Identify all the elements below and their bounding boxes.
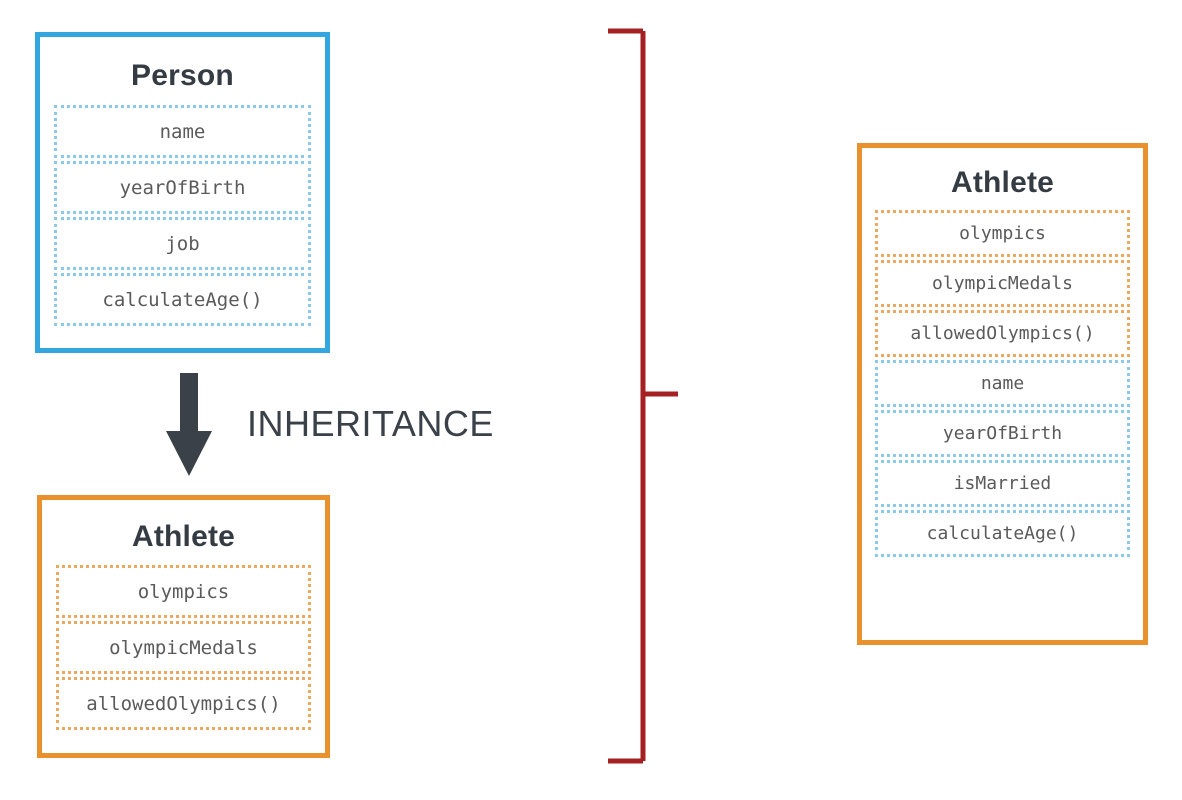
class-member-label: calculateAge() xyxy=(102,288,263,311)
class-member-row: name xyxy=(54,105,311,158)
class-member-label: job xyxy=(165,232,200,255)
class-member-label: yearOfBirth xyxy=(942,423,1063,444)
class-member-label: calculateAge() xyxy=(926,523,1079,544)
class-member-label: yearOfBirth xyxy=(119,176,246,199)
class-title-athlete-merged: Athlete xyxy=(950,166,1055,199)
class-member-row: yearOfBirth xyxy=(875,410,1130,457)
class-member-row: olympics xyxy=(875,210,1130,257)
class-title-person: Person xyxy=(131,59,234,92)
class-member-label: allowedOlympics() xyxy=(910,323,1095,344)
member-list-person: name yearOfBirth job calculateAge() xyxy=(54,105,311,326)
class-member-label: olympics xyxy=(137,580,230,603)
class-member-label: olympicMedals xyxy=(109,636,258,659)
class-member-label: olympicMedals xyxy=(932,273,1073,294)
class-box-person: Person name yearOfBirth job calculateAge… xyxy=(35,32,330,353)
class-member-row: olympics xyxy=(56,565,311,618)
class-member-label: allowedOlympics() xyxy=(86,692,281,715)
class-member-row: olympicMedals xyxy=(56,621,311,674)
inheritance-label: INHERITANCE xyxy=(247,403,494,444)
class-member-row: yearOfBirth xyxy=(54,161,311,214)
class-title-athlete-own: Athlete xyxy=(131,520,236,553)
member-list-athlete-merged: olympics olympicMedals allowedOlympics()… xyxy=(875,210,1130,557)
class-member-label: name xyxy=(980,373,1025,394)
class-member-row: name xyxy=(875,360,1130,407)
class-member-row: calculateAge() xyxy=(875,510,1130,557)
class-member-row: allowedOlympics() xyxy=(56,677,311,730)
member-list-athlete-own: olympics olympicMedals allowedOlympics() xyxy=(56,565,311,730)
class-member-label: name xyxy=(159,120,206,143)
class-box-athlete-own: Athlete olympics olympicMedals allowedOl… xyxy=(37,495,330,758)
grouping-bracket-icon xyxy=(604,28,684,764)
class-box-athlete-merged: Athlete olympics olympicMedals allowedOl… xyxy=(857,143,1148,645)
class-member-row: allowedOlympics() xyxy=(875,310,1130,357)
class-member-row: calculateAge() xyxy=(54,273,311,326)
class-member-label: isMarried xyxy=(953,473,1052,494)
class-member-row: olympicMedals xyxy=(875,260,1130,307)
class-member-label: olympics xyxy=(959,223,1046,244)
class-member-row: job xyxy=(54,217,311,270)
class-member-row: isMarried xyxy=(875,460,1130,507)
inheritance-arrow-icon xyxy=(165,373,213,477)
